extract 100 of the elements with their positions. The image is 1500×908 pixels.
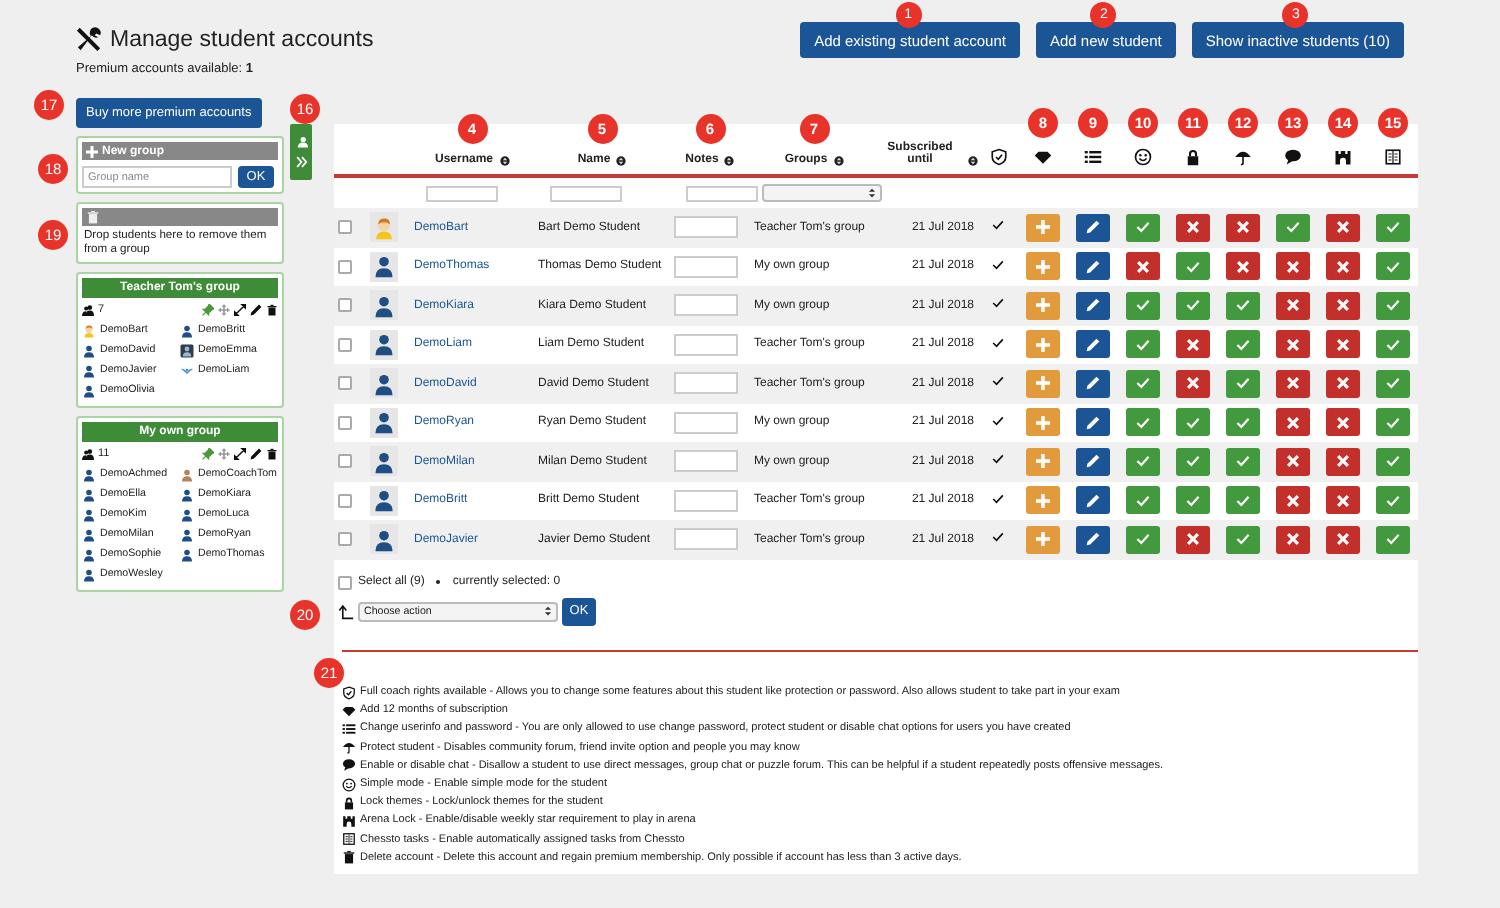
cross-button[interactable]: [1276, 291, 1310, 320]
sort-icon[interactable]: [499, 156, 509, 166]
checkmark-button[interactable]: [1376, 408, 1410, 437]
expand-icon[interactable]: [234, 304, 246, 317]
row-checkbox[interactable]: [338, 298, 352, 313]
add-subscription-button[interactable]: [1026, 369, 1060, 398]
notes-field[interactable]: [674, 294, 738, 317]
cross-button[interactable]: [1276, 408, 1310, 437]
checkmark-button[interactable]: [1126, 330, 1160, 359]
add-subscription-button[interactable]: [1026, 486, 1060, 515]
cross-button[interactable]: [1326, 408, 1360, 437]
notes-field[interactable]: [674, 489, 738, 512]
filter-field[interactable]: [686, 185, 758, 201]
edit-button[interactable]: [1076, 447, 1110, 476]
filter-field[interactable]: [426, 185, 498, 201]
checkmark-button[interactable]: [1226, 447, 1260, 476]
checkmark-button[interactable]: [1276, 213, 1310, 242]
checkmark-button[interactable]: [1226, 525, 1260, 554]
checkmark-button[interactable]: [1226, 291, 1260, 320]
notes-field[interactable]: [674, 528, 738, 551]
row-checkbox[interactable]: [338, 337, 352, 352]
row-checkbox[interactable]: [338, 532, 352, 547]
notes-field[interactable]: [674, 255, 738, 278]
sort-icon[interactable]: [724, 156, 735, 166]
notes-field[interactable]: [674, 216, 738, 239]
edit-button[interactable]: [1076, 486, 1110, 515]
add-subscription-button[interactable]: [1026, 408, 1060, 437]
cross-button[interactable]: [1326, 252, 1360, 281]
cross-button[interactable]: [1126, 252, 1160, 281]
sidebar-toggle-button[interactable]: [290, 124, 312, 180]
expand-icon[interactable]: [234, 448, 246, 461]
sort-icon[interactable]: [616, 156, 627, 166]
edit-button[interactable]: [1076, 291, 1110, 320]
cross-button[interactable]: [1176, 369, 1210, 398]
checkmark-button[interactable]: [1226, 408, 1260, 437]
row-checkbox[interactable]: [338, 376, 352, 391]
cross-button[interactable]: [1326, 447, 1360, 476]
edit-button[interactable]: [1076, 525, 1110, 554]
checkmark-button[interactable]: [1226, 486, 1260, 515]
cross-button[interactable]: [1176, 330, 1210, 359]
row-checkbox[interactable]: [338, 259, 352, 274]
checkmark-button[interactable]: [1376, 525, 1410, 554]
add-subscription-button[interactable]: [1026, 525, 1060, 554]
edit-button[interactable]: [1076, 213, 1110, 242]
cross-button[interactable]: [1276, 330, 1310, 359]
cross-button[interactable]: [1176, 213, 1210, 242]
cross-button[interactable]: [1226, 252, 1260, 281]
pin-icon[interactable]: [202, 448, 214, 461]
cross-button[interactable]: [1176, 525, 1210, 554]
notes-field[interactable]: [674, 411, 738, 434]
pin-icon[interactable]: [202, 304, 214, 317]
checkmark-button[interactable]: [1126, 408, 1160, 437]
cross-button[interactable]: [1276, 369, 1310, 398]
cross-button[interactable]: [1276, 525, 1310, 554]
sort-icon[interactable]: [833, 156, 844, 166]
checkmark-button[interactable]: [1226, 369, 1260, 398]
add-subscription-button[interactable]: [1026, 447, 1060, 476]
checkmark-button[interactable]: [1176, 447, 1210, 476]
checkmark-button[interactable]: [1376, 330, 1410, 359]
checkmark-button[interactable]: [1376, 447, 1410, 476]
pencil-icon[interactable]: [250, 448, 262, 461]
checkmark-button[interactable]: [1226, 330, 1260, 359]
checkmark-button[interactable]: [1126, 486, 1160, 515]
row-checkbox[interactable]: [338, 220, 352, 235]
checkmark-button[interactable]: [1126, 213, 1160, 242]
cross-button[interactable]: [1326, 213, 1360, 242]
checkmark-button[interactable]: [1176, 486, 1210, 515]
cross-button[interactable]: [1276, 252, 1310, 281]
checkmark-button[interactable]: [1176, 291, 1210, 320]
checkmark-button[interactable]: [1376, 213, 1410, 242]
cross-button[interactable]: [1276, 447, 1310, 476]
checkmark-button[interactable]: [1126, 525, 1160, 554]
pencil-icon[interactable]: [250, 304, 262, 317]
edit-button[interactable]: [1076, 408, 1110, 437]
row-checkbox[interactable]: [338, 454, 352, 469]
checkmark-button[interactable]: [1376, 291, 1410, 320]
notes-field[interactable]: [674, 450, 738, 473]
edit-button[interactable]: [1076, 330, 1110, 359]
cross-button[interactable]: [1326, 525, 1360, 554]
row-checkbox[interactable]: [338, 415, 352, 430]
select-all-checkbox[interactable]: [338, 575, 352, 589]
cross-button[interactable]: [1326, 369, 1360, 398]
checkmark-button[interactable]: [1126, 369, 1160, 398]
add-subscription-button[interactable]: [1026, 330, 1060, 359]
checkmark-button[interactable]: [1126, 291, 1160, 320]
cross-button[interactable]: [1326, 291, 1360, 320]
edit-button[interactable]: [1076, 252, 1110, 281]
checkmark-button[interactable]: [1176, 252, 1210, 281]
cross-button[interactable]: [1326, 486, 1360, 515]
cross-button[interactable]: [1326, 330, 1360, 359]
cross-button[interactable]: [1226, 213, 1260, 242]
notes-field[interactable]: [674, 372, 738, 395]
add-subscription-button[interactable]: [1026, 291, 1060, 320]
add-subscription-button[interactable]: [1026, 252, 1060, 281]
sort-icon[interactable]: [968, 156, 978, 166]
checkmark-button[interactable]: [1376, 252, 1410, 281]
checkmark-button[interactable]: [1176, 408, 1210, 437]
notes-field[interactable]: [674, 333, 738, 356]
checkmark-button[interactable]: [1126, 447, 1160, 476]
row-checkbox[interactable]: [338, 493, 352, 508]
